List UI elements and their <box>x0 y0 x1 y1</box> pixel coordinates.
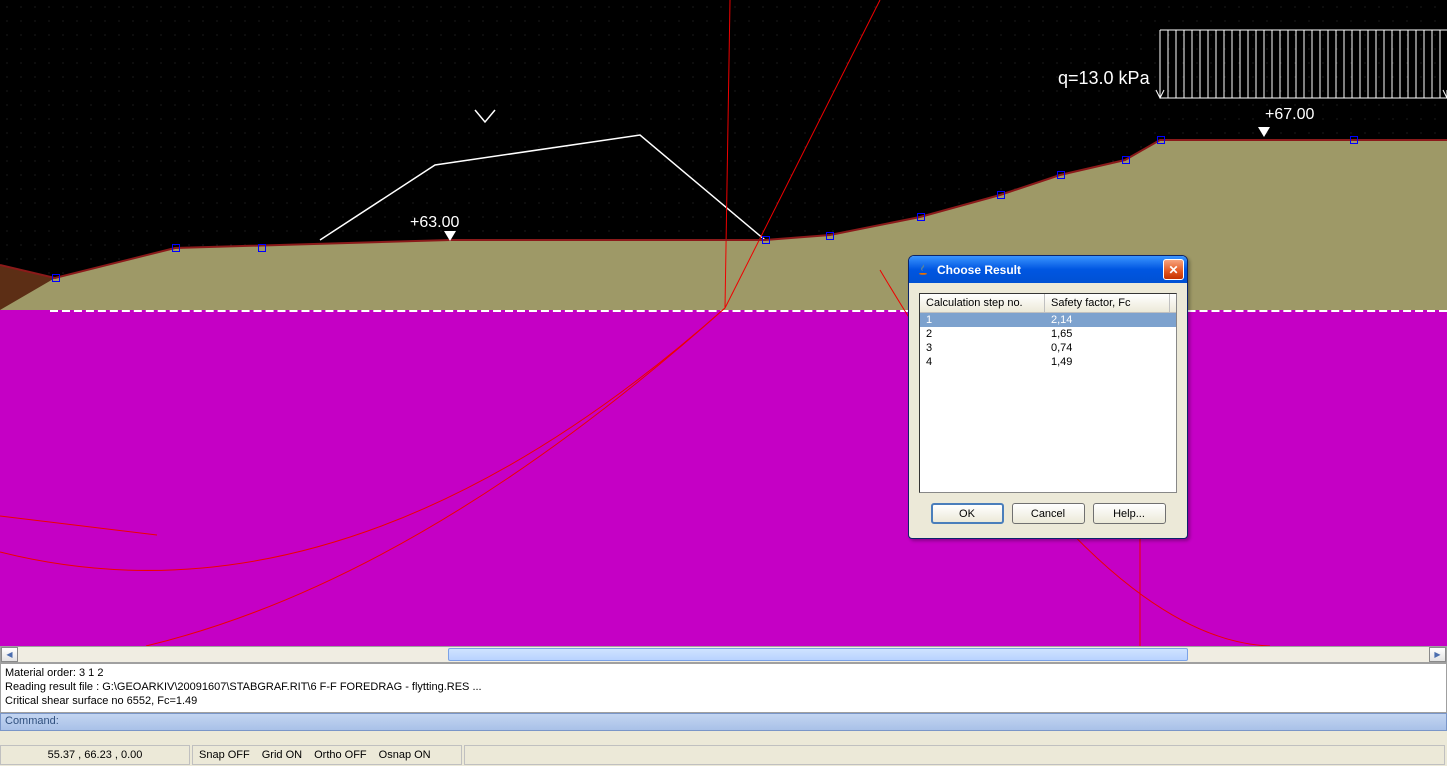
geometry-node[interactable] <box>172 244 180 252</box>
cell-fc: 1,65 <box>1045 327 1170 341</box>
dialog-close-button[interactable]: ✕ <box>1163 259 1184 280</box>
scroll-thumb[interactable] <box>448 648 1188 661</box>
elev-left-label: +63.00 <box>410 214 459 232</box>
log-line: Reading result file : G:\GEOARKIV\200916… <box>5 680 1442 694</box>
cell-step: 3 <box>920 341 1045 355</box>
cell-fc: 1,49 <box>1045 355 1170 369</box>
result-row[interactable]: 4 1,49 <box>920 355 1176 369</box>
cell-step: 2 <box>920 327 1045 341</box>
ok-button[interactable]: OK <box>931 503 1004 524</box>
cancel-button[interactable]: Cancel <box>1012 503 1085 524</box>
geometry-node[interactable] <box>1057 171 1065 179</box>
scroll-track[interactable] <box>18 647 1429 662</box>
scroll-left-button[interactable]: ◀ <box>1 647 18 662</box>
result-row[interactable]: 2 1,65 <box>920 327 1176 341</box>
command-label: Command: <box>5 715 59 727</box>
command-bar[interactable]: Command: <box>0 713 1447 731</box>
status-spacer <box>464 745 1445 765</box>
geometry-node[interactable] <box>1157 136 1165 144</box>
column-header-fc[interactable]: Safety factor, Fc <box>1045 294 1170 312</box>
column-header-step[interactable]: Calculation step no. <box>920 294 1045 312</box>
status-ortho-toggle[interactable]: Ortho OFF <box>314 748 367 762</box>
log-line: Material order: 3 1 2 <box>5 666 1442 680</box>
list-header: Calculation step no. Safety factor, Fc <box>920 294 1176 313</box>
result-row[interactable]: 3 0,74 <box>920 341 1176 355</box>
dialog-title: Choose Result <box>937 263 1021 277</box>
choose-result-dialog: Choose Result ✕ Calculation step no. Saf… <box>908 255 1188 539</box>
geometry-node[interactable] <box>1350 136 1358 144</box>
status-bar: 55.37 , 66.23 , 0.00 Snap OFF Grid ON Or… <box>0 731 1447 766</box>
java-app-icon <box>915 262 931 278</box>
geometry-node[interactable] <box>1122 156 1130 164</box>
close-icon: ✕ <box>1168 263 1178 277</box>
elev-marker-icon <box>444 231 456 241</box>
geometry-svg <box>0 0 1447 646</box>
status-osnap-toggle[interactable]: Osnap ON <box>379 748 431 762</box>
horizontal-scrollbar[interactable]: ◀ ▶ <box>0 646 1447 663</box>
cell-fc: 0,74 <box>1045 341 1170 355</box>
elev-marker-icon <box>1258 127 1270 137</box>
geometry-node[interactable] <box>917 213 925 221</box>
status-snap-toggle[interactable]: Snap OFF <box>199 748 250 762</box>
dialog-titlebar[interactable]: Choose Result ✕ <box>909 256 1187 283</box>
result-list[interactable]: Calculation step no. Safety factor, Fc 1… <box>919 293 1177 493</box>
log-line: Critical shear surface no 6552, Fc=1.49 <box>5 694 1442 708</box>
drawing-canvas[interactable]: q=13.0 kPa +67.00 +63.00 <box>0 0 1447 646</box>
load-label: q=13.0 kPa <box>1058 68 1150 89</box>
geometry-node[interactable] <box>997 191 1005 199</box>
cell-step: 1 <box>920 313 1045 327</box>
geometry-node[interactable] <box>762 236 770 244</box>
cell-fc: 2,14 <box>1045 313 1170 327</box>
elev-right-label: +67.00 <box>1265 106 1314 124</box>
status-coordinates: 55.37 , 66.23 , 0.00 <box>0 745 190 765</box>
geometry-node[interactable] <box>52 274 60 282</box>
geometry-node[interactable] <box>258 244 266 252</box>
geometry-node[interactable] <box>826 232 834 240</box>
message-log[interactable]: Material order: 3 1 2 Reading result fil… <box>0 663 1447 713</box>
cell-step: 4 <box>920 355 1045 369</box>
status-grid-toggle[interactable]: Grid ON <box>262 748 302 762</box>
scroll-right-button[interactable]: ▶ <box>1429 647 1446 662</box>
help-button[interactable]: Help... <box>1093 503 1166 524</box>
result-row[interactable]: 1 2,14 <box>920 313 1176 327</box>
